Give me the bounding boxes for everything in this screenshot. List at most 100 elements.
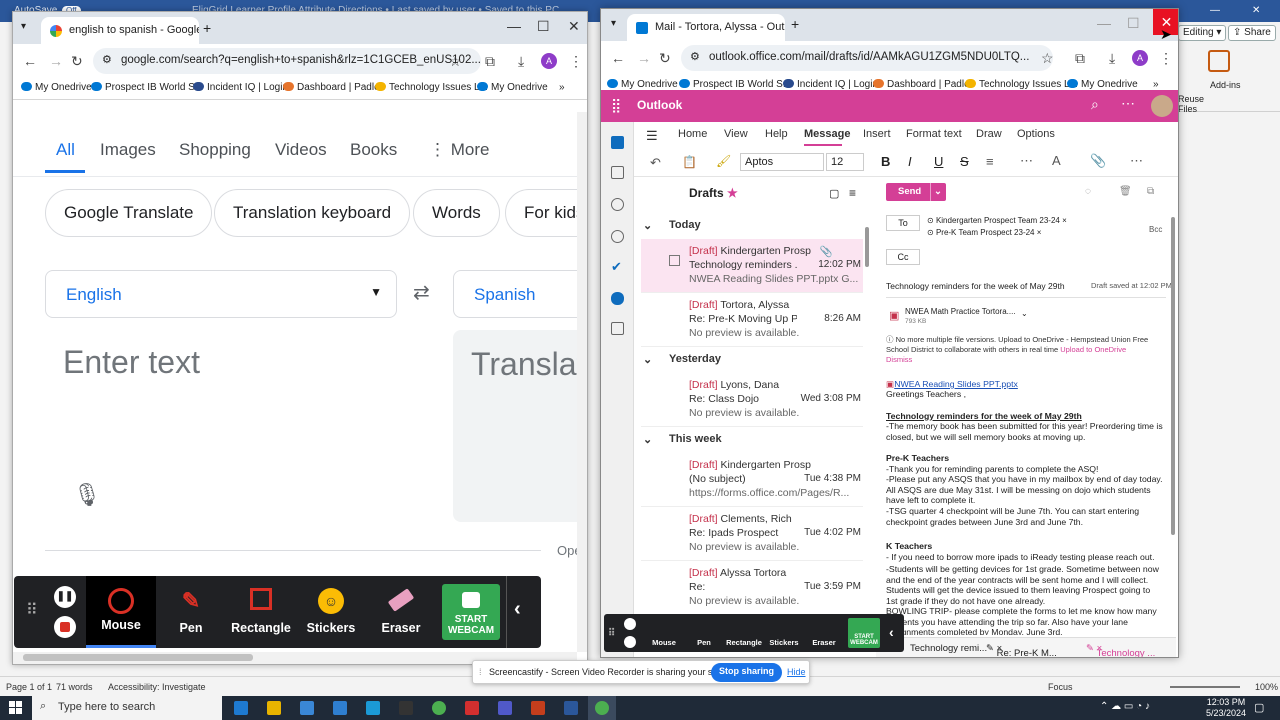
dismiss-link[interactable]: Dismiss — [886, 355, 912, 364]
hamburger-icon[interactable]: ☰ — [646, 128, 658, 144]
sensitivity-icon[interactable]: ◌ — [1085, 186, 1091, 197]
mail-item-selected[interactable]: [Draft] Kindergarten Prospe... 📎 Technol… — [641, 239, 863, 293]
store-icon[interactable] — [300, 701, 314, 715]
popout-icon[interactable]: ⧉ — [1147, 186, 1154, 197]
more-options-icon[interactable]: ⋯ — [1121, 95, 1135, 112]
share-button[interactable]: ⇪ Share — [1228, 25, 1276, 41]
styles-icon[interactable]: A — [1052, 153, 1061, 168]
windows-start-icon[interactable] — [9, 701, 23, 715]
zoom-slider[interactable] — [1170, 686, 1240, 688]
menu-view[interactable]: View — [724, 128, 748, 140]
microphone-icon[interactable]: 🎙 — [73, 482, 101, 508]
site-info-icon[interactable]: ⚙ — [102, 53, 112, 66]
search-tab-shopping[interactable]: Shopping — [179, 140, 251, 160]
menu-format-text[interactable]: Format text — [906, 128, 962, 140]
minimize-button[interactable]: — — [507, 18, 521, 34]
reload-icon[interactable]: ↻ — [659, 50, 671, 67]
cc-button[interactable]: Cc — [886, 249, 920, 265]
tool-eraser[interactable]: Eraser — [366, 576, 436, 648]
to-field[interactable]: ⊙ Kindergarten Prospect Team 23-24 × ⊙ P… — [927, 215, 1067, 239]
maximize-button[interactable]: ☐ — [537, 18, 550, 35]
folder-scrollbar[interactable] — [865, 227, 869, 267]
status-zoom[interactable]: 100% — [1255, 682, 1278, 692]
app-icon[interactable] — [366, 701, 380, 715]
taskbar-search-box[interactable]: ⌕ Type here to search — [32, 696, 222, 720]
bookmark-item[interactable]: Prospect IB World S... — [679, 79, 791, 90]
target-language-select[interactable]: Spanish — [453, 270, 587, 318]
search-tab-videos[interactable]: Videos — [275, 140, 327, 160]
font-family-select[interactable]: Aptos — [740, 153, 824, 171]
bcc-button[interactable]: Bcc — [1149, 225, 1162, 234]
add-ins-icon[interactable] — [1208, 50, 1230, 72]
bookmark-item[interactable]: My Onedrive — [607, 79, 678, 90]
word-icon[interactable] — [564, 701, 578, 715]
tool-pen[interactable]: Pen — [684, 638, 724, 647]
favorite-star-icon[interactable]: ★ — [727, 186, 738, 200]
chrome-icon[interactable] — [432, 701, 446, 715]
reuse-files-label[interactable]: Reuse Files — [1178, 94, 1210, 114]
menu-help[interactable]: Help — [765, 128, 788, 140]
menu-icon[interactable]: ⋮ — [569, 53, 583, 70]
paragraph-spacing-icon[interactable]: ≡ — [986, 154, 994, 169]
drag-handle-icon[interactable]: ⠿ — [608, 628, 615, 639]
stop-button[interactable] — [54, 616, 76, 638]
search-tab-all[interactable]: All — [56, 140, 75, 160]
chip-words[interactable]: Words — [413, 189, 500, 237]
mail-item[interactable]: [Draft] Clements, Rich Re: Ipads Prospec… — [641, 507, 863, 561]
editing-mode-button[interactable]: Editing ▾ — [1178, 25, 1227, 41]
attachment-menu-chevron-icon[interactable]: ⌄ — [1021, 309, 1028, 318]
bookmark-item[interactable]: Dashboard | Padlet — [873, 79, 972, 90]
teams-icon[interactable] — [498, 701, 512, 715]
mail-item[interactable]: [Draft] Alyssa Tortora Re: Tue 3:59 PM N… — [641, 561, 863, 615]
todo-check-icon[interactable]: ✔ — [611, 260, 624, 273]
swap-languages-icon[interactable]: ⇄ — [413, 280, 430, 305]
tab-search-icon[interactable]: ▾ — [21, 21, 26, 32]
people-icon[interactable] — [611, 198, 624, 211]
menu-icon[interactable]: ⋮ — [1159, 50, 1173, 67]
word-close-button[interactable]: ✕ — [1252, 5, 1260, 16]
stop-button[interactable] — [624, 636, 636, 648]
pause-button[interactable] — [624, 618, 636, 630]
italic-icon[interactable]: I — [908, 154, 912, 169]
apps-icon[interactable] — [611, 322, 624, 335]
star-icon[interactable]: ☆ — [1041, 50, 1054, 67]
chip-translation-keyboard[interactable]: Translation keyboard — [214, 189, 411, 237]
group-header-today[interactable]: ⌄ Today — [641, 213, 873, 239]
tool-rectangle[interactable]: Rectangle — [226, 576, 296, 648]
bookmark-item[interactable]: Prospect IB World S... — [91, 82, 203, 93]
tool-mouse[interactable]: Mouse — [86, 576, 156, 648]
hide-button[interactable]: Hide — [787, 667, 806, 677]
mail-app-icon[interactable] — [333, 701, 347, 715]
start-webcam-button[interactable]: START WEBCAM — [848, 618, 880, 648]
outlook-app-name[interactable]: Outlook — [637, 98, 682, 112]
system-tray-icons[interactable]: ⌃ ☁ ▭ ◔ ♪ — [1100, 701, 1150, 712]
ribbon-overflow-icon[interactable]: ⋯ — [1130, 153, 1143, 169]
compose-tab-active[interactable]: ✎ Technology ... × — [1086, 643, 1155, 657]
app-icon[interactable] — [399, 701, 413, 715]
tab-search-icon[interactable]: ▾ — [611, 18, 616, 29]
recipient-chip[interactable]: ⊙ Kindergarten Prospect Team 23-24 × — [927, 215, 1067, 227]
send-button[interactable]: Send ⌄ — [886, 183, 946, 201]
subject-field[interactable]: Technology reminders for the week of May… — [886, 281, 1065, 291]
more-format-icon[interactable]: ⋯ — [1020, 153, 1033, 169]
status-page[interactable]: Page 1 of 1 — [6, 682, 52, 692]
recipient-chip[interactable]: ⊙ Pre-K Team Prospect 23-24 × — [927, 227, 1067, 239]
back-icon[interactable]: ← — [23, 53, 37, 69]
more-bookmarks-icon[interactable]: » — [559, 82, 565, 93]
upload-onedrive-link[interactable]: Upload to OneDrive — [1060, 345, 1126, 354]
to-button[interactable]: To — [886, 215, 920, 231]
send-options-chevron-icon[interactable]: ⌄ — [934, 186, 942, 197]
drag-handle-icon[interactable]: ⁞ — [479, 667, 482, 677]
file-explorer-icon[interactable] — [267, 701, 281, 715]
bold-icon[interactable]: B — [881, 154, 890, 169]
compose-tab[interactable]: Technology remi... — [910, 643, 987, 654]
bookmark-item[interactable]: My Onedrive — [477, 82, 548, 93]
scrollbar-thumb[interactable] — [23, 654, 253, 661]
select-checkbox[interactable] — [669, 255, 680, 266]
compose-tab[interactable]: ✎ Re: Pre-K M... × — [986, 643, 1057, 657]
body-attachment-link[interactable]: NWEA Reading Slides PPT.pptx — [894, 379, 1018, 389]
source-text-input[interactable]: Enter text — [63, 344, 200, 381]
minimize-button[interactable]: — — [1097, 15, 1111, 31]
tab-outlook-mail[interactable]: Mail - Tortora, Alyssa - Outlook — [627, 14, 785, 41]
onedrive-icon[interactable] — [611, 292, 624, 305]
